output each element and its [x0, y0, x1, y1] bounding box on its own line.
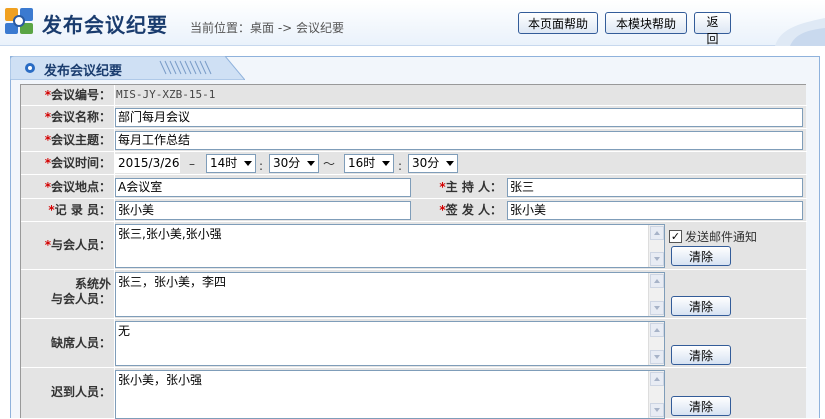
external-attendees-row: 系统外 与会人员： 张三，张小美，李四 清除 — [21, 270, 807, 319]
start-minute-select[interactable]: 30分 — [269, 154, 319, 173]
chevron-down-icon — [446, 161, 454, 166]
handshake-decoration-icon — [775, 18, 825, 46]
absent-scrollbar[interactable] — [648, 322, 664, 365]
host-label: *主 持 人： — [439, 180, 502, 194]
late-clear-button[interactable]: 清除 — [671, 396, 731, 416]
end-minute-select[interactable]: 30分 — [408, 154, 458, 173]
meeting-name-input[interactable]: 部门每月会议 — [115, 108, 803, 127]
attendees-scrollbar[interactable] — [648, 225, 664, 267]
meeting-no-value: MIS-JY-XZB-15-1 — [116, 88, 216, 101]
page-help-button[interactable]: 本页面帮助 — [518, 12, 598, 34]
page-title: 发布会议纪要 — [42, 13, 168, 37]
scroll-down-icon[interactable] — [650, 350, 664, 364]
time-range-tilde: ～ — [323, 157, 336, 171]
panel-title: 发布会议纪要 — [44, 64, 123, 79]
scroll-up-icon[interactable] — [650, 274, 664, 288]
send-mail-label: 发送邮件通知 — [685, 230, 758, 244]
meeting-topic-row: *会议主题： 每月工作总结 — [21, 129, 807, 152]
meeting-time-row: *会议时间： 2015/3/26 – 14时 : 30分 ～ 16时 : 30分 — [21, 152, 807, 175]
chevron-down-icon — [307, 161, 315, 166]
recorder-label: *记 录 员： — [48, 203, 111, 217]
back-button[interactable]: 返回 — [694, 12, 731, 46]
chevron-down-icon — [382, 161, 390, 166]
meeting-name-row: *会议名称： 部门每月会议 — [21, 106, 807, 129]
meeting-no-row: *会议编号： MIS-JY-XZB-15-1 — [21, 85, 807, 106]
breadcrumb: 当前位置：桌面 -> 会议纪要 — [190, 21, 345, 35]
chevron-down-icon — [244, 161, 252, 166]
send-mail-checkbox[interactable]: ✓ — [669, 230, 682, 243]
date-dash: – — [189, 157, 195, 171]
recorder-issuer-row: *记 录 员： 张小美 *签 发 人： 张小美 — [21, 199, 807, 222]
late-row: 迟到人员： 张小美，张小强 清除 — [21, 368, 807, 419]
meeting-date-input[interactable]: 2015/3/26 — [115, 154, 180, 173]
meeting-time-label: *会议时间： — [44, 156, 111, 170]
meeting-no-label: *会议编号： — [44, 88, 111, 102]
attendees-row: *与会人员： 张三,张小美,张小强 ✓ 发送邮件通知 清除 — [21, 222, 807, 270]
absent-clear-button[interactable]: 清除 — [671, 345, 731, 365]
scroll-up-icon[interactable] — [650, 226, 664, 240]
location-host-row: *会议地点： A会议室 *主 持 人： 张三 — [21, 175, 807, 199]
late-textarea[interactable]: 张小美，张小强 — [115, 370, 665, 419]
scroll-up-icon[interactable] — [650, 323, 664, 337]
page-header: 发布会议纪要 当前位置：桌面 -> 会议纪要 本页面帮助 本模块帮助 返回 — [0, 0, 825, 46]
meeting-minutes-form: *会议编号： MIS-JY-XZB-15-1 *会议名称： 部门每月会议 *会议… — [20, 84, 807, 419]
start-hour-select[interactable]: 14时 — [206, 154, 256, 173]
label-column-divider — [114, 85, 115, 419]
absent-textarea[interactable]: 无 — [115, 321, 665, 366]
host-input[interactable]: 张三 — [507, 178, 803, 197]
late-label: 迟到人员： — [50, 385, 111, 399]
scroll-down-icon[interactable] — [650, 301, 664, 315]
app-logo-icon — [5, 8, 33, 34]
time-colon: : — [398, 159, 403, 173]
meeting-topic-label: *会议主题： — [44, 133, 111, 147]
time-colon: : — [259, 159, 264, 173]
issuer-label: *签 发 人： — [439, 203, 502, 217]
location-input[interactable]: A会议室 — [115, 178, 411, 197]
recorder-input[interactable]: 张小美 — [115, 201, 411, 220]
location-label: *会议地点： — [44, 180, 111, 194]
external-attendees-textarea[interactable]: 张三，张小美，李四 — [115, 272, 665, 317]
scroll-down-icon[interactable] — [650, 252, 664, 266]
end-hour-select[interactable]: 16时 — [344, 154, 394, 173]
meeting-topic-input[interactable]: 每月工作总结 — [115, 131, 803, 150]
attendees-textarea[interactable]: 张三,张小美,张小强 — [115, 224, 665, 268]
scroll-down-icon[interactable] — [650, 403, 664, 417]
attendees-label: *与会人员： — [44, 238, 111, 252]
external-attendees-clear-button[interactable]: 清除 — [671, 296, 731, 316]
scroll-up-icon[interactable] — [650, 372, 664, 386]
late-scrollbar[interactable] — [648, 371, 664, 418]
absent-label: 缺席人员： — [50, 336, 111, 350]
external-attendees-label: 系统外 与会人员： — [50, 277, 111, 306]
panel-bullet-icon — [25, 63, 35, 73]
attendees-clear-button[interactable]: 清除 — [671, 246, 731, 266]
external-attendees-scrollbar[interactable] — [648, 273, 664, 316]
module-help-button[interactable]: 本模块帮助 — [605, 12, 687, 34]
absent-row: 缺席人员： 无 清除 — [21, 319, 807, 368]
meeting-name-label: *会议名称： — [44, 110, 111, 124]
issuer-input[interactable]: 张小美 — [507, 201, 803, 220]
